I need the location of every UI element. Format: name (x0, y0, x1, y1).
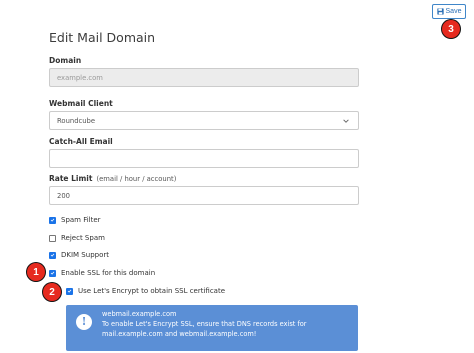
alert-line-domains: mail.example.com and webmail.example.com… (102, 330, 257, 338)
dkim-support-option[interactable]: DKIM Support (49, 251, 109, 259)
check-icon (50, 271, 55, 275)
dkim-support-checkbox[interactable] (49, 251, 56, 259)
enable-ssl-option[interactable]: Enable SSL for this domain (49, 269, 155, 277)
rate-limit-input[interactable]: 200 (49, 186, 359, 205)
lets-encrypt-option[interactable]: Use Let's Encrypt to obtain SSL certific… (66, 287, 225, 295)
alert-line-instructions: To enable Let's Encrypt SSL, ensure that… (102, 320, 307, 328)
webmail-client-label: Webmail Client (49, 99, 113, 108)
alert-line-hostname: webmail.example.com (102, 310, 177, 318)
rate-limit-label: Rate Limit (email / hour / account) (49, 174, 176, 183)
check-icon (67, 289, 72, 293)
chevron-down-icon (343, 119, 349, 123)
rate-limit-label-text: Rate Limit (49, 174, 93, 183)
page-title: Edit Mail Domain (49, 30, 156, 45)
spam-filter-label: Spam Filter (61, 216, 101, 224)
check-icon (50, 253, 55, 257)
enable-ssl-checkbox[interactable] (49, 269, 56, 277)
ssl-info-alert: ! webmail.example.com To enable Let's En… (66, 305, 358, 351)
save-button-label: Save (445, 8, 462, 15)
reject-spam-label: Reject Spam (61, 234, 105, 242)
reject-spam-checkbox[interactable] (49, 234, 56, 242)
step-badge-1: 1 (27, 263, 45, 281)
spam-filter-checkbox[interactable] (49, 216, 56, 224)
rate-limit-sublabel: (email / hour / account) (96, 175, 177, 183)
webmail-client-select[interactable]: Roundcube (49, 111, 359, 130)
catch-all-label: Catch-All Email (49, 137, 113, 146)
lets-encrypt-checkbox[interactable] (66, 287, 73, 295)
enable-ssl-label: Enable SSL for this domain (61, 269, 156, 277)
step-badge-3: 3 (442, 20, 460, 38)
check-icon (50, 218, 55, 222)
lets-encrypt-label: Use Let's Encrypt to obtain SSL certific… (78, 287, 226, 295)
catch-all-input[interactable] (49, 149, 359, 168)
info-icon: ! (76, 314, 92, 330)
reject-spam-option[interactable]: Reject Spam (49, 234, 105, 242)
domain-input[interactable]: example.com (49, 68, 359, 87)
webmail-client-value: Roundcube (57, 116, 96, 125)
domain-label: Domain (49, 56, 82, 65)
save-button[interactable]: Save (432, 4, 466, 19)
floppy-disk-icon (436, 8, 444, 15)
step-badge-2: 2 (43, 283, 61, 301)
spam-filter-option[interactable]: Spam Filter (49, 216, 101, 224)
dkim-support-label: DKIM Support (61, 251, 109, 259)
